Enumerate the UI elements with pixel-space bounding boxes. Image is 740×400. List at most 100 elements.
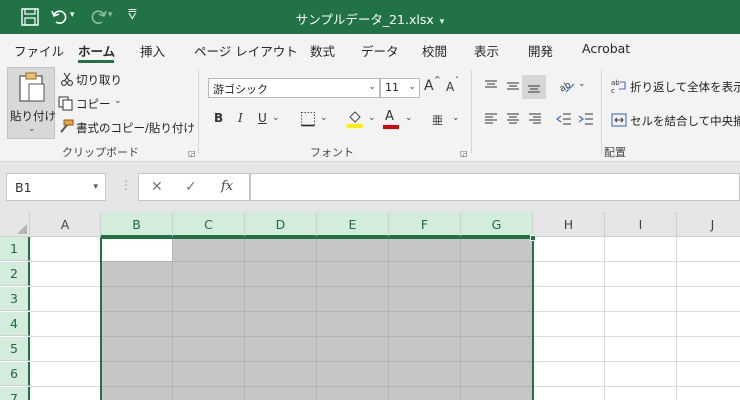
cell-I7[interactable] <box>605 387 677 400</box>
cell-C2[interactable] <box>173 262 245 287</box>
cell-H1[interactable] <box>533 237 605 262</box>
cell-H6[interactable] <box>533 362 605 387</box>
cell-G4[interactable] <box>461 312 533 337</box>
cell-I3[interactable] <box>605 287 677 312</box>
align-bottom-button[interactable] <box>522 75 546 99</box>
tab-file[interactable]: ファイル <box>14 41 64 60</box>
align-top-icon[interactable] <box>483 78 499 94</box>
chevron-down-icon[interactable]: ▾ <box>93 182 98 192</box>
phonetic-button[interactable]: 亜 <box>432 112 443 128</box>
select-all-button[interactable] <box>0 212 30 237</box>
align-middle-icon[interactable] <box>505 78 521 94</box>
column-header[interactable]: G <box>461 212 533 237</box>
align-right-icon[interactable] <box>527 111 543 127</box>
name-box[interactable]: B1 ▾ <box>6 173 106 201</box>
cell-A1[interactable] <box>30 237 101 262</box>
cell-H7[interactable] <box>533 387 605 400</box>
cell-H4[interactable] <box>533 312 605 337</box>
italic-button[interactable]: I <box>238 111 243 125</box>
cell-G7[interactable] <box>461 387 533 400</box>
cell-J4[interactable] <box>677 312 740 337</box>
cancel-icon[interactable]: ✕ <box>151 179 163 195</box>
fill-handle[interactable] <box>530 235 536 241</box>
cell-D4[interactable] <box>245 312 317 337</box>
cell-I1[interactable] <box>605 237 677 262</box>
cell-F1[interactable] <box>389 237 461 262</box>
column-header[interactable]: F <box>389 212 461 237</box>
row-header[interactable]: 6 <box>0 362 30 386</box>
increase-indent-icon[interactable] <box>578 111 594 127</box>
underline-dropdown-icon[interactable]: ⌄ <box>272 113 280 123</box>
cell-I4[interactable] <box>605 312 677 337</box>
cell-C1[interactable] <box>173 237 245 262</box>
cell-C3[interactable] <box>173 287 245 312</box>
borders-icon[interactable] <box>300 111 316 127</box>
column-header[interactable]: I <box>605 212 677 237</box>
underline-button[interactable]: U <box>258 111 267 125</box>
row-header[interactable]: 4 <box>0 312 30 336</box>
column-header[interactable]: C <box>173 212 245 237</box>
tab-insert[interactable]: 挿入 <box>140 41 165 60</box>
cell-E1[interactable] <box>317 237 389 262</box>
cell-H2[interactable] <box>533 262 605 287</box>
align-left-icon[interactable] <box>483 111 499 127</box>
row-header[interactable]: 3 <box>0 287 30 311</box>
cell-C4[interactable] <box>173 312 245 337</box>
cell-J7[interactable] <box>677 387 740 400</box>
paste-button[interactable]: 貼り付け ⌄ <box>7 67 56 139</box>
cell-D3[interactable] <box>245 287 317 312</box>
cell-D2[interactable] <box>245 262 317 287</box>
cell-E2[interactable] <box>317 262 389 287</box>
tab-formulas[interactable]: 数式 <box>310 41 335 60</box>
cell-G2[interactable] <box>461 262 533 287</box>
fill-color-icon[interactable] <box>346 109 364 129</box>
cell-B7[interactable] <box>101 387 173 400</box>
cell-B6[interactable] <box>101 362 173 387</box>
cell-J1[interactable] <box>677 237 740 262</box>
cell-E3[interactable] <box>317 287 389 312</box>
cell-I6[interactable] <box>605 362 677 387</box>
cell-B4[interactable] <box>101 312 173 337</box>
cell-J3[interactable] <box>677 287 740 312</box>
insert-function-icon[interactable]: fx <box>221 179 233 194</box>
phonetic-dropdown-icon[interactable]: ⌄ <box>452 113 460 123</box>
row-header[interactable]: 2 <box>0 262 30 286</box>
cell-F7[interactable] <box>389 387 461 400</box>
tab-view[interactable]: 表示 <box>474 41 499 60</box>
cell-I5[interactable] <box>605 337 677 362</box>
font-name-select[interactable]: 游ゴシック ⌄ <box>208 78 380 98</box>
cut-button[interactable]: 切り取り <box>76 72 122 88</box>
cell-H5[interactable] <box>533 337 605 362</box>
cell-A5[interactable] <box>30 337 101 362</box>
row-header[interactable]: 7 <box>0 387 30 400</box>
cell-E5[interactable] <box>317 337 389 362</box>
fill-color-dropdown-icon[interactable]: ⌄ <box>368 113 376 123</box>
row-header[interactable]: 1 <box>0 237 30 261</box>
copy-dropdown-icon[interactable]: ⌄ <box>114 96 122 106</box>
decrease-indent-icon[interactable] <box>556 111 572 127</box>
font-color-dropdown-icon[interactable]: ⌄ <box>405 113 413 123</box>
font-launcher-icon[interactable]: ◲ <box>460 149 468 158</box>
cell-H3[interactable] <box>533 287 605 312</box>
column-header[interactable]: A <box>30 212 101 237</box>
cell-J6[interactable] <box>677 362 740 387</box>
title-dropdown-icon[interactable]: ▾ <box>440 17 445 27</box>
column-header[interactable]: H <box>533 212 605 237</box>
cell-D1[interactable] <box>245 237 317 262</box>
row-header[interactable]: 5 <box>0 337 30 361</box>
column-header[interactable]: D <box>245 212 317 237</box>
cell-A7[interactable] <box>30 387 101 400</box>
merge-center-button[interactable]: セルを結合して中央揃え <box>630 113 740 129</box>
cell-E7[interactable] <box>317 387 389 400</box>
formula-input[interactable] <box>250 173 740 201</box>
orientation-icon[interactable]: ab <box>558 76 576 94</box>
cell-G6[interactable] <box>461 362 533 387</box>
column-header[interactable]: E <box>317 212 389 237</box>
bold-button[interactable]: B <box>214 111 223 125</box>
cell-D6[interactable] <box>245 362 317 387</box>
cell-F4[interactable] <box>389 312 461 337</box>
increase-font-size-button[interactable]: A <box>424 78 434 94</box>
tab-page-layout[interactable]: ページ レイアウト <box>194 41 298 60</box>
format-painter-button[interactable]: 書式のコピー/貼り付け <box>76 120 195 136</box>
cell-B5[interactable] <box>101 337 173 362</box>
